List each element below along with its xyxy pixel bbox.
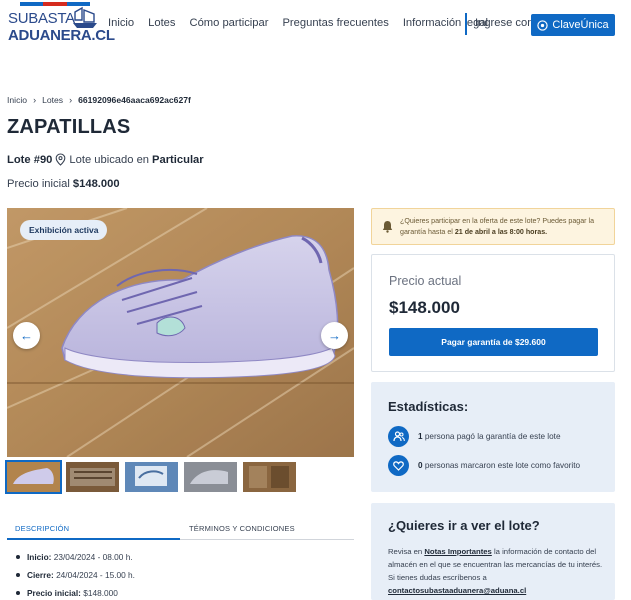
notas-importantes-link[interactable]: Notas Importantes [424,547,492,556]
product-image-carousel[interactable]: Exhibición activa ← → [7,208,354,457]
desc-price-label: Precio inicial: [27,588,81,598]
pay-guarantee-button[interactable]: Pagar garantía de $29.600 [389,328,598,356]
arrow-right-icon: → [328,328,341,343]
desc-end-label: Cierre: [27,570,54,580]
thumbnail-image [125,462,178,492]
guarantee-alert: ¿Quieres participar en la oferta de este… [371,208,615,245]
nav-inicio[interactable]: Inicio [108,17,134,29]
current-price-label: Precio actual [389,274,462,288]
list-item: Precio inicial: $148.000 [16,588,135,598]
nav-como-participar[interactable]: Cómo participar [190,17,269,29]
thumbnail-2[interactable] [66,462,119,492]
thumbnail-1[interactable] [5,460,62,494]
stat-paid-label: persona pagó la garantía de este lote [424,432,561,441]
stat-favorite-row: 0 personas marcaron este lote como favor… [388,455,580,476]
chevron-right-icon: › [69,95,73,105]
description-list: Inicio: 23/04/2024 - 08.00 h. Cierre: 24… [16,552,135,600]
logo-text-subasta: SUBASTA [8,10,75,27]
site-header: SUBASTA ADUANERA.CL Inicio Lotes Cómo pa… [0,0,631,50]
lote-info: Lote #90 Lote ubicado en Particular [7,153,204,166]
statistics-panel: Estadísticas: 1 persona pagó la garantía… [371,382,615,492]
active-tab-indicator [7,538,180,540]
initial-price: Precio inicial $148.000 [7,178,120,190]
info-tabs: DESCRIPCIÓN TÉRMINOS Y CONDICIONES [7,518,354,540]
current-price-card: Precio actual $148.000 Pagar garantía de… [371,254,615,372]
thumbnail-image [184,462,237,492]
list-item: Inicio: 23/04/2024 - 08.00 h. [16,552,135,562]
visit-title: ¿Quieres ir a ver el lote? [388,518,540,533]
statistics-title: Estadísticas: [388,399,469,414]
list-item: Cierre: 24/04/2024 - 15.00 h. [16,570,135,580]
stat-paid-text: 1 persona pagó la garantía de este lote [418,432,561,441]
lote-number: Lote #90 [7,153,53,166]
thumbnail-image [7,462,60,492]
carousel-prev-button[interactable]: ← [13,322,40,349]
current-price-value: $148.000 [389,298,460,317]
main-nav: Inicio Lotes Cómo participar Preguntas f… [108,17,488,29]
page-title: ZAPATILLAS [7,116,131,138]
stat-paid-count: 1 [418,432,423,441]
visit-text: Revisa en Notas Importantes la informaci… [388,545,608,597]
claveunica-label: ClaveÚnica [552,19,609,31]
stat-fav-text: 0 personas marcaron este lote como favor… [418,461,580,470]
breadcrumb-inicio[interactable]: Inicio [7,95,27,105]
tab-terms[interactable]: TÉRMINOS Y CONDICIONES [189,524,295,533]
thumbnail-strip [5,460,296,494]
product-photo [7,208,354,457]
initial-price-value: $148.000 [72,178,120,190]
breadcrumb-lotes[interactable]: Lotes [42,95,63,105]
visit-text-before: Revisa en [388,547,423,556]
carousel-next-button[interactable]: → [321,322,348,349]
nav-preguntas-frecuentes[interactable]: Preguntas frecuentes [282,17,388,29]
desc-end-value: 24/04/2024 - 15.00 h. [56,570,135,580]
exhibition-badge: Exhibición activa [20,220,108,240]
stat-paid-row: 1 persona pagó la garantía de este lote [388,426,561,447]
breadcrumb: Inicio › Lotes › 66192096e46aaca692ac627… [7,95,191,105]
site-logo[interactable]: SUBASTA ADUANERA.CL [8,2,115,48]
alert-text: ¿Quieres participar en la oferta de este… [400,216,610,238]
stat-fav-label: personas marcaron este lote como favorit… [424,461,581,470]
stat-fav-count: 0 [418,461,423,470]
thumbnail-5[interactable] [243,462,296,492]
desc-start-label: Inicio: [27,552,52,562]
chevron-right-icon: › [33,95,37,105]
arrow-left-icon: ← [20,328,33,343]
thumbnail-3[interactable] [125,462,178,492]
bell-icon [382,221,393,233]
alert-deadline: 21 de abril a las 8:00 horas. [454,228,548,236]
thumbnail-image [243,462,296,492]
thumbnail-4[interactable] [184,462,237,492]
heart-icon [388,455,409,476]
contact-email-link[interactable]: contactosubastaaduanera@aduana.cl [388,586,526,595]
login-prompt: Ingrese con [475,17,534,29]
tab-description[interactable]: DESCRIPCIÓN [15,524,69,533]
breadcrumb-current: 66192096e46aaca692ac627f [78,95,191,105]
nav-lotes[interactable]: Lotes [148,17,175,29]
location-pin-icon [56,153,66,166]
desc-price-value: $148.000 [83,588,118,598]
desc-start-value: 23/04/2024 - 08.00 h. [53,552,133,562]
location-prefix: Lote ubicado en [69,153,150,166]
visit-lote-panel: ¿Quieres ir a ver el lote? Revisa en Not… [371,503,615,600]
claveunica-login-button[interactable]: ClaveÚnica [531,14,615,36]
thumbnail-image [66,462,119,492]
claveunica-icon [537,19,549,31]
location-value: Particular [152,153,204,166]
header-divider [465,13,467,35]
users-icon [388,426,409,447]
logo-text-aduanera: ADUANERA.CL [8,27,115,44]
initial-price-label: Precio inicial [7,178,70,190]
